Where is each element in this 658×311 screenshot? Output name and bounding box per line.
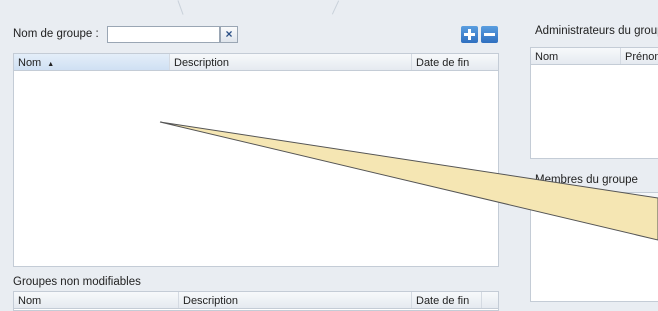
column-header-name[interactable]: Nom: [531, 48, 621, 64]
column-header-first-name[interactable]: Prénom: [621, 193, 658, 209]
non-editable-groups-header: Nom Description Date de fin: [14, 292, 498, 309]
column-header-name[interactable]: Nom: [531, 193, 621, 209]
column-header-end-date[interactable]: Date de fin: [412, 54, 498, 70]
plus-icon: [464, 29, 475, 40]
group-name-filter-label: Nom de groupe :: [13, 28, 99, 40]
administrators-grid-header: Nom Prénom: [531, 48, 658, 65]
column-header-name[interactable]: Nom: [14, 292, 179, 308]
column-header-first-name[interactable]: Prénom: [621, 48, 658, 64]
background-divider: [177, 0, 184, 15]
members-grid: Nom Prénom: [530, 192, 658, 302]
groups-panel: Nom de groupe : × Nom ▲ Description Date…: [5, 17, 511, 311]
column-header-description[interactable]: Description: [179, 292, 412, 308]
add-group-button[interactable]: [461, 26, 478, 43]
administrators-grid: Nom Prénom: [530, 47, 658, 159]
column-header-description[interactable]: Description: [170, 54, 412, 70]
group-name-filter-input[interactable]: [107, 26, 220, 43]
minus-icon: [484, 33, 495, 36]
remove-group-button[interactable]: [481, 26, 498, 43]
clear-filter-button[interactable]: ×: [220, 26, 238, 43]
groups-grid: Nom ▲ Description Date de fin: [13, 53, 499, 267]
column-header-end-date[interactable]: Date de fin: [412, 292, 482, 308]
close-icon: ×: [225, 27, 233, 41]
column-header-name[interactable]: Nom ▲: [14, 54, 170, 70]
background-divider: [331, 0, 340, 15]
members-grid-header: Nom Prénom: [531, 193, 658, 210]
groups-grid-header: Nom ▲ Description Date de fin: [14, 54, 498, 71]
non-editable-groups-title: Groupes non modifiables: [13, 276, 141, 288]
members-title: Membres du groupe: [535, 174, 638, 186]
administrators-title: Administrateurs du groupe: [535, 25, 658, 37]
sort-ascending-icon: ▲: [47, 61, 55, 68]
non-editable-groups-grid: Nom Description Date de fin: [13, 291, 499, 311]
